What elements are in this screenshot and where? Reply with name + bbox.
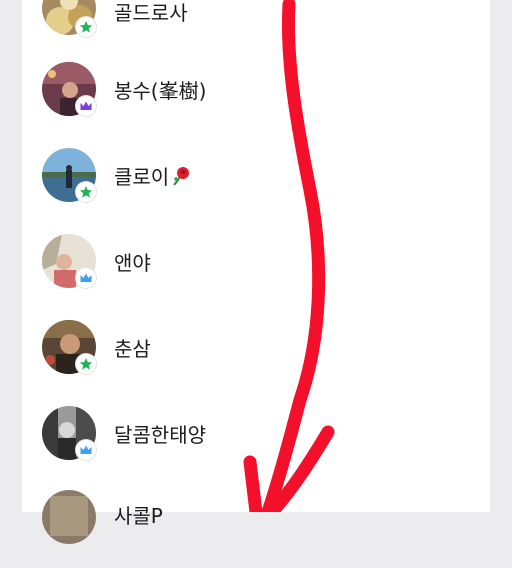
star-badge-icon	[76, 354, 96, 374]
list-item[interactable]: 춘삼	[22, 310, 490, 396]
list-item[interactable]: 클로이	[22, 138, 490, 224]
list-item[interactable]: 앤야	[22, 224, 490, 310]
avatar	[42, 490, 96, 544]
crown-badge-icon	[76, 96, 96, 116]
crown-badge-icon	[76, 440, 96, 460]
list-item[interactable]: 골드로사	[22, 0, 490, 51]
list-item[interactable]: 달콤한태양	[22, 396, 490, 482]
member-list: 골드로사 봉수(峯樹) 클로이 앤야 춘삼 달콤한태양 사콜P	[22, 0, 490, 544]
list-item[interactable]: 봉수(峯樹)	[22, 52, 490, 138]
member-name: 사콜P	[114, 504, 163, 528]
star-badge-icon	[76, 182, 96, 202]
member-name: 춘삼	[114, 337, 151, 361]
member-name: 달콤한태양	[114, 423, 206, 447]
list-item[interactable]: 사콜P	[22, 482, 490, 568]
member-name: 클로이	[114, 165, 192, 192]
star-badge-icon	[76, 17, 96, 37]
rose-icon	[170, 165, 192, 192]
member-name: 앤야	[114, 251, 151, 275]
member-name: 골드로사	[114, 1, 188, 25]
member-name: 봉수(峯樹)	[114, 79, 207, 103]
crown-badge-icon	[76, 268, 96, 288]
